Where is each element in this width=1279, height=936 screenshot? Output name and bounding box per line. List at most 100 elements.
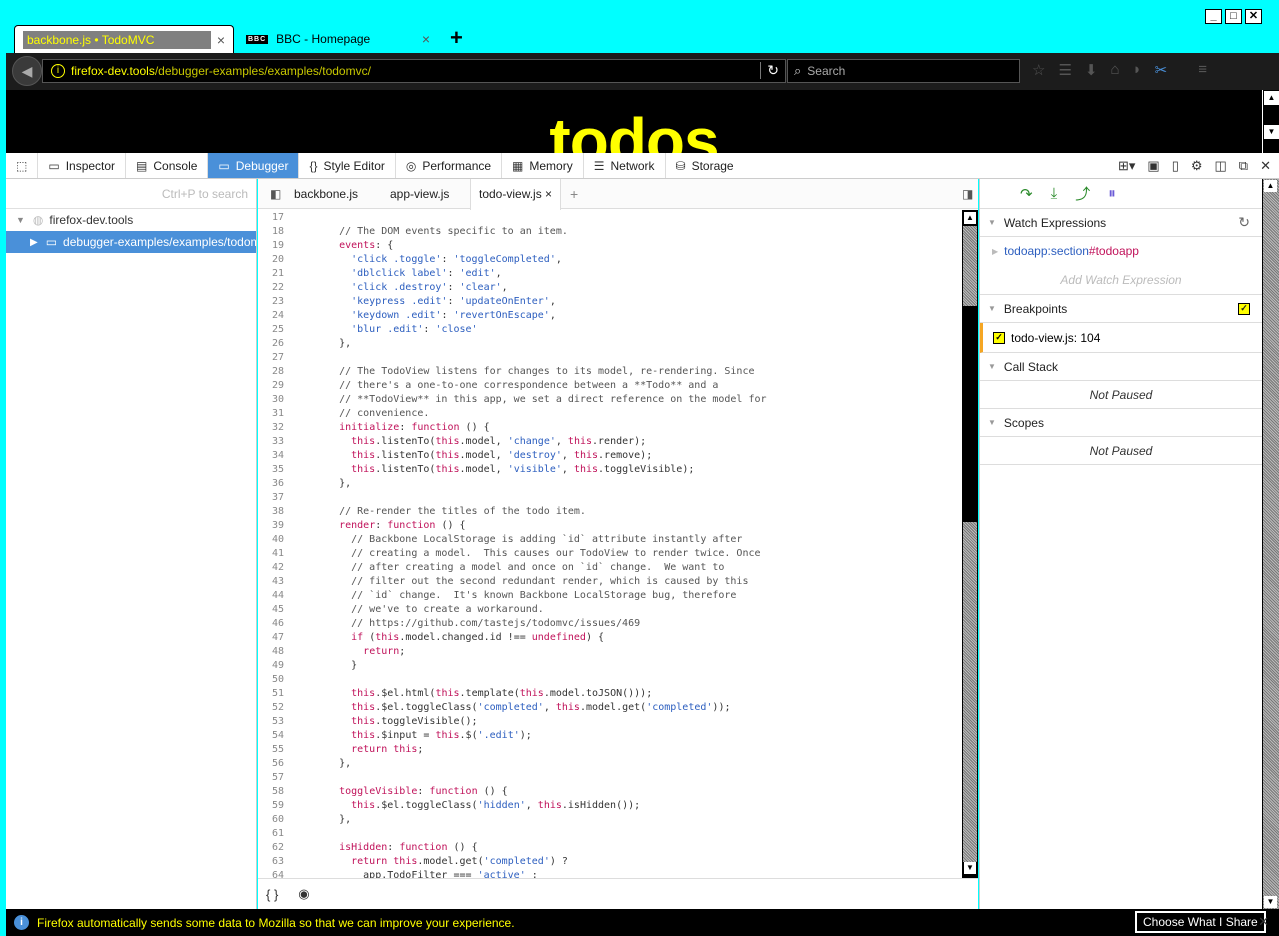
tree-item-folder[interactable]: ▶ ▭ debugger-examples/examples/todomvc — [6, 231, 256, 253]
breakpoint-item[interactable]: ✓ todo-view.js: 104 — [980, 323, 1262, 353]
editor-scrollbar[interactable]: ▲ ▼ — [962, 210, 978, 878]
line-number[interactable]: 26 — [258, 338, 284, 349]
tab-inspector[interactable]: ▭ Inspector — [38, 153, 127, 178]
scroll-down-icon[interactable]: ▼ — [964, 862, 976, 874]
line-number[interactable]: 33 — [258, 436, 284, 447]
line-number[interactable]: 55 — [258, 744, 284, 755]
add-tab-icon[interactable]: + — [562, 179, 586, 209]
line-number[interactable]: 36 — [258, 478, 284, 489]
call-stack-header[interactable]: ▼ Call Stack — [980, 353, 1262, 381]
line-number[interactable]: 41 — [258, 548, 284, 559]
line-number[interactable]: 24 — [258, 310, 284, 321]
line-number[interactable]: 21 — [258, 268, 284, 279]
line-number[interactable]: 42 — [258, 562, 284, 573]
line-number[interactable]: 61 — [258, 828, 284, 839]
step-over-icon[interactable]: ↷ — [1020, 185, 1033, 203]
pocket-icon[interactable]: ◗ — [1133, 61, 1142, 79]
refresh-icon[interactable]: ↻ — [1238, 214, 1250, 231]
close-devtools-icon[interactable]: ✕ — [1260, 158, 1271, 174]
tab-memory[interactable]: ▦ Memory — [502, 153, 584, 178]
line-number[interactable]: 44 — [258, 590, 284, 601]
watch-expressions-header[interactable]: ▼ Watch Expressions ↻ — [980, 209, 1262, 237]
tab-storage[interactable]: ⛁ Storage — [666, 153, 744, 178]
scroll-down-icon[interactable]: ▼ — [1264, 125, 1279, 139]
devtools-wrench-icon[interactable]: ✂ — [1155, 61, 1168, 79]
line-number[interactable]: 43 — [258, 576, 284, 587]
close-tab-icon[interactable]: × — [211, 32, 225, 48]
line-number[interactable]: 23 — [258, 296, 284, 307]
site-info-icon[interactable]: i — [51, 64, 65, 78]
line-number[interactable]: 58 — [258, 786, 284, 797]
line-number[interactable]: 45 — [258, 604, 284, 615]
line-number[interactable]: 31 — [258, 408, 284, 419]
source-search-hint[interactable]: Ctrl+P to search — [6, 179, 256, 209]
tab-network[interactable]: ☰ Network — [584, 153, 666, 178]
line-number[interactable]: 51 — [258, 688, 284, 699]
tab-style-editor[interactable]: {} Style Editor — [299, 153, 396, 178]
line-number[interactable]: 22 — [258, 282, 284, 293]
line-number[interactable]: 52 — [258, 702, 284, 713]
home-icon[interactable]: ⌂ — [1110, 61, 1119, 79]
reading-list-icon[interactable]: ☰ — [1058, 61, 1071, 79]
editor-scroll-track[interactable] — [963, 522, 977, 862]
line-number[interactable]: 20 — [258, 254, 284, 265]
blackbox-eye-icon[interactable]: ◉ — [298, 886, 309, 902]
code-view[interactable]: 17 18 // The DOM events specific to an it… — [258, 210, 962, 878]
page-scrollbar[interactable]: ▲ ▼ — [1262, 90, 1279, 153]
line-number[interactable]: 63 — [258, 856, 284, 867]
line-number[interactable]: 50 — [258, 674, 284, 685]
scroll-up-icon[interactable]: ▲ — [964, 212, 976, 224]
tab-bbc[interactable]: BBC BBC - Homepage × — [238, 25, 438, 53]
editor-tab-backbone[interactable]: backbone.js — [286, 179, 366, 209]
scroll-up-icon[interactable]: ▲ — [1264, 91, 1279, 105]
line-number[interactable]: 39 — [258, 520, 284, 531]
line-number[interactable]: 56 — [258, 758, 284, 769]
editor-tab-app-view[interactable]: app-view.js — [382, 179, 457, 209]
responsive-mode-icon[interactable]: ▯ — [1172, 158, 1179, 174]
add-watch-expression[interactable]: Add Watch Expression — [980, 265, 1262, 295]
line-number[interactable]: 49 — [258, 660, 284, 671]
line-number[interactable]: 35 — [258, 464, 284, 475]
toggle-breakpoints-checkbox[interactable]: ✓ — [1238, 302, 1250, 315]
line-number[interactable]: 30 — [258, 394, 284, 405]
line-number[interactable]: 46 — [258, 618, 284, 629]
watch-expression-item[interactable]: ▶ todoapp: section #todoapp — [980, 237, 1262, 265]
element-picker-button[interactable]: ⬚ — [6, 153, 39, 178]
tab-console[interactable]: ▤ Console — [126, 153, 209, 178]
line-number[interactable]: 18 — [258, 226, 284, 237]
layout-icon[interactable]: ⊞▾ — [1118, 158, 1135, 174]
tree-item-host[interactable]: ▼ ◍ firefox-dev.tools — [6, 209, 256, 231]
new-tab-button[interactable]: + — [450, 27, 463, 49]
scroll-down-icon[interactable]: ▼ — [1264, 896, 1277, 908]
line-number[interactable]: 40 — [258, 534, 284, 545]
line-number[interactable]: 32 — [258, 422, 284, 433]
breakpoints-header[interactable]: ▼ Breakpoints ✓ — [980, 295, 1262, 323]
line-number[interactable]: 19 — [258, 240, 284, 251]
right-scrollbar[interactable]: ▲ ▼ — [1262, 179, 1279, 909]
line-number[interactable]: 17 — [258, 212, 284, 223]
editor-scroll-thumb-top[interactable] — [963, 226, 977, 306]
close-notification-icon[interactable]: ✕ — [1258, 914, 1269, 930]
tab-todomvc[interactable]: backbone.js • TodoMVC × — [14, 25, 234, 53]
tab-debugger[interactable]: ▭ Debugger — [208, 153, 300, 178]
line-number[interactable]: 57 — [258, 772, 284, 783]
url-bar[interactable]: i firefox-dev.tools/debugger-examples/ex… — [42, 59, 786, 83]
choose-what-i-share-button[interactable]: Choose What I Share — [1135, 911, 1266, 933]
undock-icon[interactable]: ⧉ — [1239, 158, 1248, 174]
reload-icon[interactable]: ↻ — [760, 62, 779, 79]
step-in-icon[interactable]: ⤓ — [1051, 185, 1058, 202]
download-icon[interactable]: ⬇ — [1085, 61, 1098, 79]
bookmark-star-icon[interactable]: ☆ — [1032, 61, 1045, 79]
line-number[interactable]: 28 — [258, 366, 284, 377]
breakpoint-checkbox[interactable]: ✓ — [993, 331, 1005, 344]
dock-side-icon[interactable]: ◫ — [1215, 158, 1227, 174]
line-number[interactable]: 27 — [258, 352, 284, 363]
scroll-up-icon[interactable]: ▲ — [1264, 180, 1277, 192]
toggle-right-pane-icon[interactable]: ◨ — [954, 179, 981, 209]
line-number[interactable]: 48 — [258, 646, 284, 657]
line-number[interactable]: 38 — [258, 506, 284, 517]
tab-performance[interactable]: ◎ Performance — [396, 153, 503, 178]
line-number[interactable]: 59 — [258, 800, 284, 811]
split-console-icon[interactable]: ▣ — [1147, 158, 1159, 174]
line-number[interactable]: 53 — [258, 716, 284, 727]
